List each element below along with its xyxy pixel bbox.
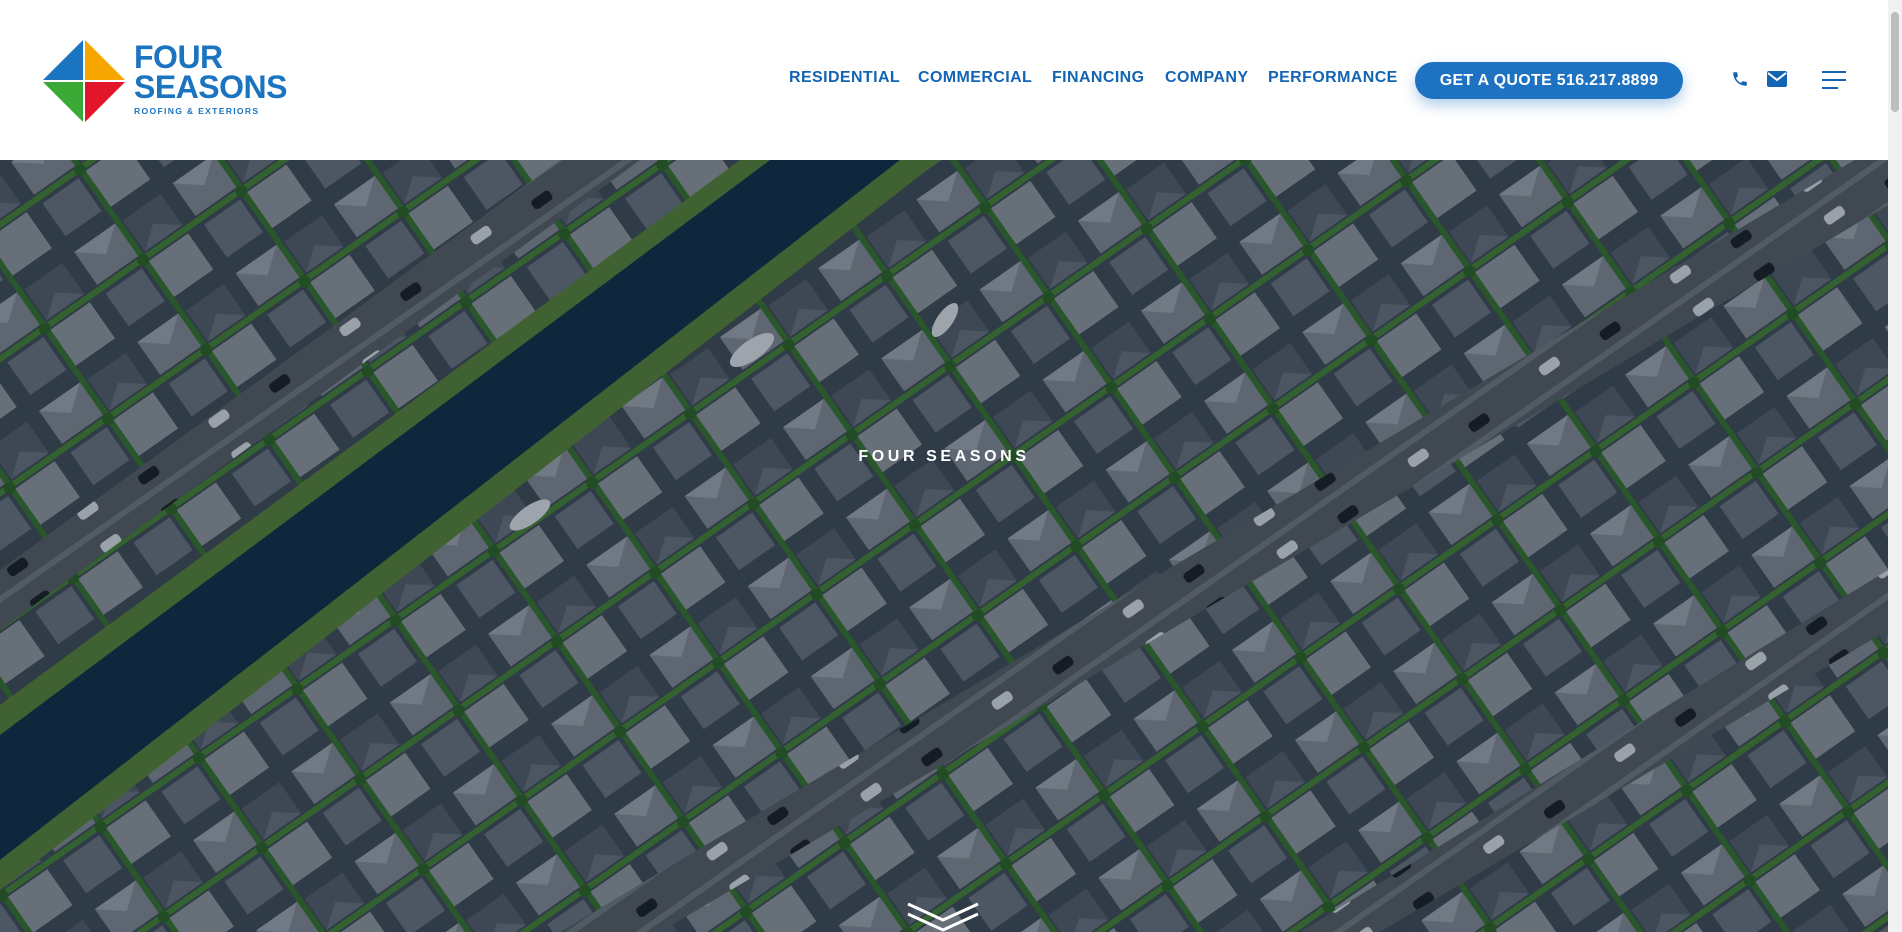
phone-icon[interactable] (1731, 70, 1749, 93)
hero-title: FOUR SEASONS (858, 448, 1030, 465)
main-nav: RESIDENTIAL COMMERCIAL FINANCING COMPANY… (0, 0, 1888, 160)
hero-section: FOUR SEASONS (0, 160, 1888, 932)
menu-icon[interactable] (1822, 71, 1846, 94)
aerial-neighborhood-image (0, 160, 1888, 932)
nav-company[interactable]: COMPANY (1165, 69, 1248, 87)
nav-financing[interactable]: FINANCING (1052, 69, 1144, 87)
get-a-quote-button[interactable]: GET A QUOTE 516.217.8899 (1415, 62, 1683, 99)
chevron-down-icon[interactable] (906, 902, 980, 932)
scrollbar-thumb[interactable] (1891, 12, 1899, 112)
mail-icon[interactable] (1767, 71, 1787, 92)
scrollbar[interactable] (1888, 0, 1902, 932)
page: FOUR SEASONS ROOFING & EXTERIORS RESIDEN… (0, 0, 1888, 932)
nav-performance[interactable]: PERFORMANCE (1268, 69, 1398, 87)
nav-commercial[interactable]: COMMERCIAL (918, 69, 1032, 87)
nav-residential[interactable]: RESIDENTIAL (789, 69, 900, 87)
site-header: FOUR SEASONS ROOFING & EXTERIORS RESIDEN… (0, 0, 1888, 160)
